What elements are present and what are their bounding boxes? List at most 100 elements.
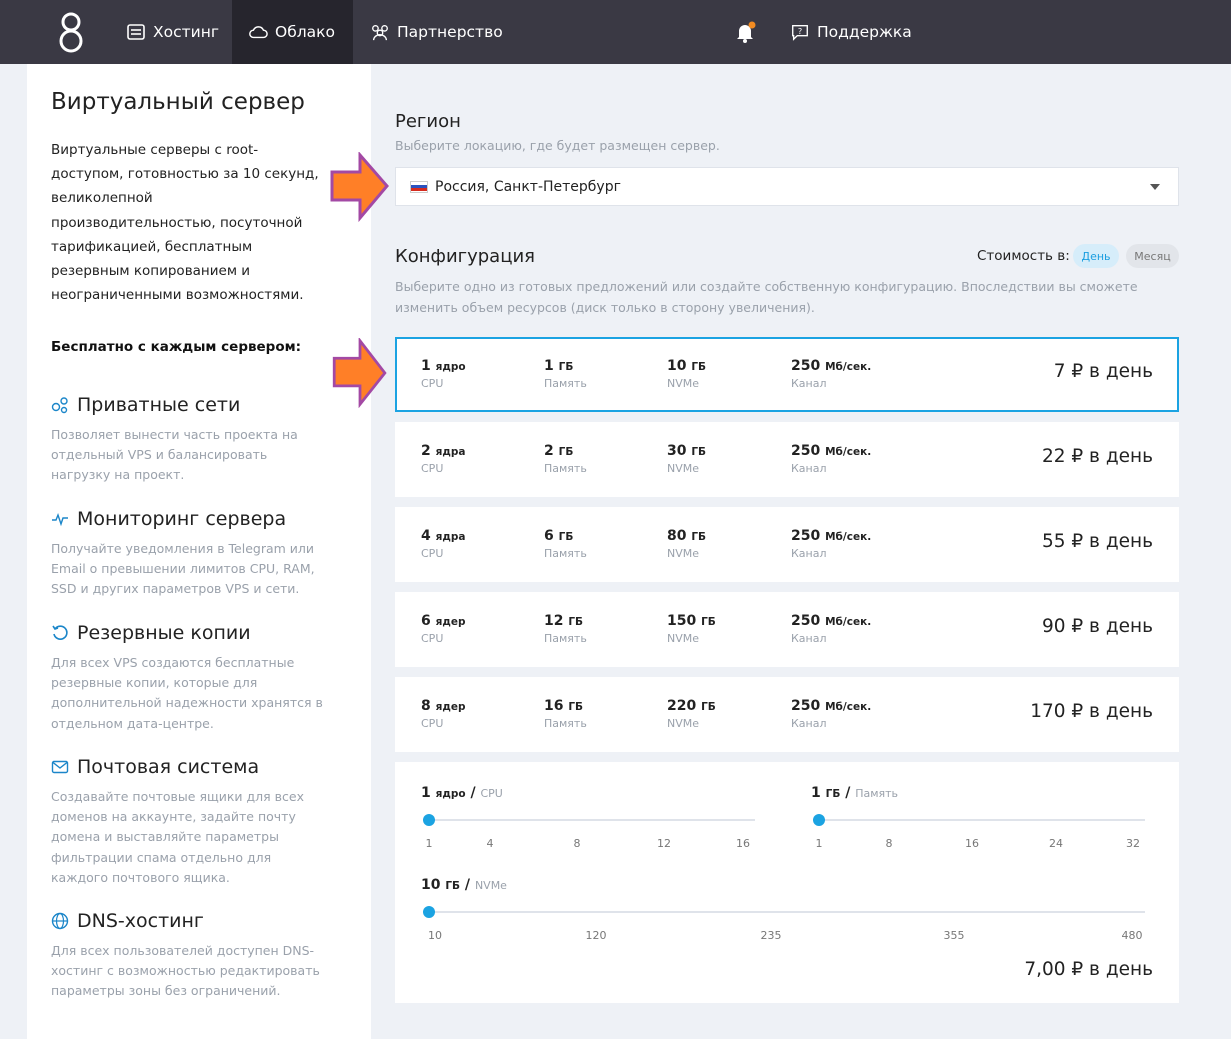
slider-tick-label: 120 bbox=[585, 929, 607, 942]
plan-net-col: 250 Мб/сек. Канал bbox=[791, 698, 871, 730]
info-sidebar: Виртуальный сервер Виртуальные серверы с… bbox=[27, 64, 371, 1039]
ram-slider-label: Память bbox=[855, 787, 899, 800]
plan-disk-label: NVMe bbox=[667, 632, 700, 645]
plan-cpu-col: 8 ядер CPU bbox=[421, 698, 465, 730]
period-month-button[interactable]: Месяц bbox=[1126, 244, 1179, 268]
plan-disk-col: 80 ГБ NVMe bbox=[667, 528, 706, 560]
feature-title: Почтовая система bbox=[77, 756, 260, 778]
plan-card[interactable]: 4 ядра CPU 6 ГБ Память 80 ГБ NVMe 250 Мб/сек. К… bbox=[395, 507, 1179, 582]
nav-support[interactable]: ? Поддержка bbox=[790, 0, 930, 64]
plan-ram-col: 12 ГБ Память bbox=[544, 613, 587, 645]
plan-net-label: Канал bbox=[791, 717, 827, 730]
feature-desc: Для всех пользователей доступен DNS-хост… bbox=[51, 943, 320, 999]
logo-icon[interactable] bbox=[55, 10, 87, 54]
pulse-icon bbox=[51, 510, 69, 528]
slider-track[interactable] bbox=[429, 819, 755, 821]
annotation-arrow bbox=[330, 152, 389, 222]
plan-ram-label: Память bbox=[544, 632, 587, 645]
plan-cpu-value: 8 ядер bbox=[421, 698, 466, 714]
plan-disk-col: 30 ГБ NVMe bbox=[667, 443, 706, 475]
plan-card[interactable]: 2 ядра CPU 2 ГБ Память 30 ГБ NVMe 250 Мб/сек. К… bbox=[395, 422, 1179, 497]
slider-handle[interactable] bbox=[813, 814, 825, 826]
feature-backups: Резервные копии Для всех VPS создаются б… bbox=[51, 622, 341, 734]
plan-net-value: 250 Мб/сек. bbox=[791, 358, 872, 374]
plan-disk-value: 80 ГБ bbox=[667, 528, 707, 544]
slider-tick-label: 8 bbox=[573, 837, 581, 850]
plan-ram-label: Память bbox=[544, 717, 587, 730]
cpu-slider[interactable]: 1 ядро / CPU 1 4 8 12 16 bbox=[421, 785, 761, 855]
feature-title: Мониторинг сервера bbox=[77, 508, 287, 530]
plan-disk-value: 220 ГБ bbox=[667, 698, 716, 714]
feature-title: Резервные копии bbox=[77, 622, 251, 644]
plan-net-col: 250 Мб/сек. Канал bbox=[791, 613, 871, 645]
slider-track[interactable] bbox=[819, 819, 1145, 821]
slider-track[interactable] bbox=[429, 911, 1145, 913]
support-icon: ? bbox=[790, 22, 810, 42]
plan-ram-value: 2 ГБ bbox=[544, 443, 574, 459]
network-icon bbox=[51, 396, 69, 414]
cpu-slider-label: CPU bbox=[480, 787, 503, 800]
plan-net-value: 250 Мб/сек. bbox=[791, 698, 872, 714]
ram-slider-value: 1 bbox=[811, 785, 821, 801]
slider-tick-label: 1 bbox=[425, 837, 433, 850]
plan-net-col: 250 Мб/сек. Канал bbox=[791, 528, 871, 560]
plan-ram-value: 6 ГБ bbox=[544, 528, 574, 544]
plan-cpu-col: 2 ядра CPU bbox=[421, 443, 465, 475]
period-day-button[interactable]: День bbox=[1073, 244, 1119, 268]
cloud-icon bbox=[248, 22, 268, 42]
plan-cpu-label: CPU bbox=[421, 632, 444, 645]
plan-cpu-value: 6 ядер bbox=[421, 613, 466, 629]
nav-cloud[interactable]: Облако bbox=[232, 0, 353, 64]
free-features-title: Бесплатно с каждым сервером: bbox=[51, 339, 302, 355]
plan-cpu-col: 1 ядро CPU bbox=[421, 358, 466, 390]
region-select[interactable]: Россия, Санкт-Петербург bbox=[395, 167, 1179, 206]
nav-partners[interactable]: Партнерство bbox=[353, 0, 513, 64]
slider-tick-label: 24 bbox=[1049, 837, 1063, 850]
slider-tick-label: 12 bbox=[657, 837, 671, 850]
config-panel: Регион Выберите локацию, где будет разме… bbox=[371, 88, 1203, 1039]
plan-disk-col: 220 ГБ NVMe bbox=[667, 698, 716, 730]
refresh-icon bbox=[51, 624, 69, 642]
plan-disk-label: NVMe bbox=[667, 547, 700, 560]
region-select-value: Россия, Санкт-Петербург bbox=[435, 178, 621, 195]
nav-hosting[interactable]: Хостинг bbox=[112, 0, 232, 64]
config-title: Конфигурация bbox=[395, 246, 535, 267]
plan-card[interactable]: 1 ядро CPU 1 ГБ Память 10 ГБ NVMe 250 Мб/сек. К… bbox=[395, 337, 1179, 412]
nav-support-label: Поддержка bbox=[817, 23, 912, 41]
plan-ram-value: 16 ГБ bbox=[544, 698, 584, 714]
cpu-slider-unit: ядро bbox=[435, 788, 466, 800]
plan-cpu-value: 1 ядро bbox=[421, 358, 466, 374]
plan-disk-label: NVMe bbox=[667, 377, 700, 390]
plan-net-value: 250 Мб/сек. bbox=[791, 613, 872, 629]
annotation-arrow bbox=[332, 338, 387, 408]
plan-cpu-col: 4 ядра CPU bbox=[421, 528, 465, 560]
feature-title: Приватные сети bbox=[77, 394, 241, 416]
cpu-slider-value: 1 bbox=[421, 785, 431, 801]
feature-dns: DNS-хостинг Для всех пользователей досту… bbox=[51, 910, 341, 1002]
plan-net-label: Канал bbox=[791, 462, 827, 475]
plan-net-label: Канал bbox=[791, 377, 827, 390]
plan-disk-value: 10 ГБ bbox=[667, 358, 707, 374]
disk-slider[interactable]: 10 ГБ / NVMe 10 120 235 355 480 bbox=[421, 877, 1151, 947]
globe-icon bbox=[51, 912, 69, 930]
top-navbar: Хостинг Облако Партнерство ? Поддержка bbox=[0, 0, 1231, 64]
notification-bell-icon[interactable] bbox=[734, 21, 756, 43]
slider-tick-label: 4 bbox=[486, 837, 494, 850]
ram-slider[interactable]: 1 ГБ / Память 1 8 16 24 32 bbox=[811, 785, 1151, 855]
plan-ram-col: 1 ГБ Память bbox=[544, 358, 587, 390]
plan-price: 170 ₽ в день bbox=[1030, 701, 1153, 722]
nav-hosting-label: Хостинг bbox=[153, 23, 220, 41]
plan-net-value: 250 Мб/сек. bbox=[791, 528, 872, 544]
plan-ram-label: Память bbox=[544, 547, 587, 560]
disk-slider-label: NVMe bbox=[474, 879, 507, 892]
slider-tick-label: 480 bbox=[1121, 929, 1143, 942]
plan-cpu-col: 6 ядер CPU bbox=[421, 613, 465, 645]
nav-partners-label: Партнерство bbox=[397, 23, 503, 41]
feature-private-networks: Приватные сети Позволяет вынести часть п… bbox=[51, 394, 341, 486]
custom-price: 7,00 ₽ в день bbox=[1024, 959, 1153, 980]
slider-handle[interactable] bbox=[423, 906, 435, 918]
plan-card[interactable]: 6 ядер CPU 12 ГБ Память 150 ГБ NVMe 250 Мб/сек… bbox=[395, 592, 1179, 667]
plan-cpu-value: 2 ядра bbox=[421, 443, 466, 459]
slider-handle[interactable] bbox=[423, 814, 435, 826]
plan-card[interactable]: 8 ядер CPU 16 ГБ Память 220 ГБ NVMe 250 Мб/сек… bbox=[395, 677, 1179, 752]
